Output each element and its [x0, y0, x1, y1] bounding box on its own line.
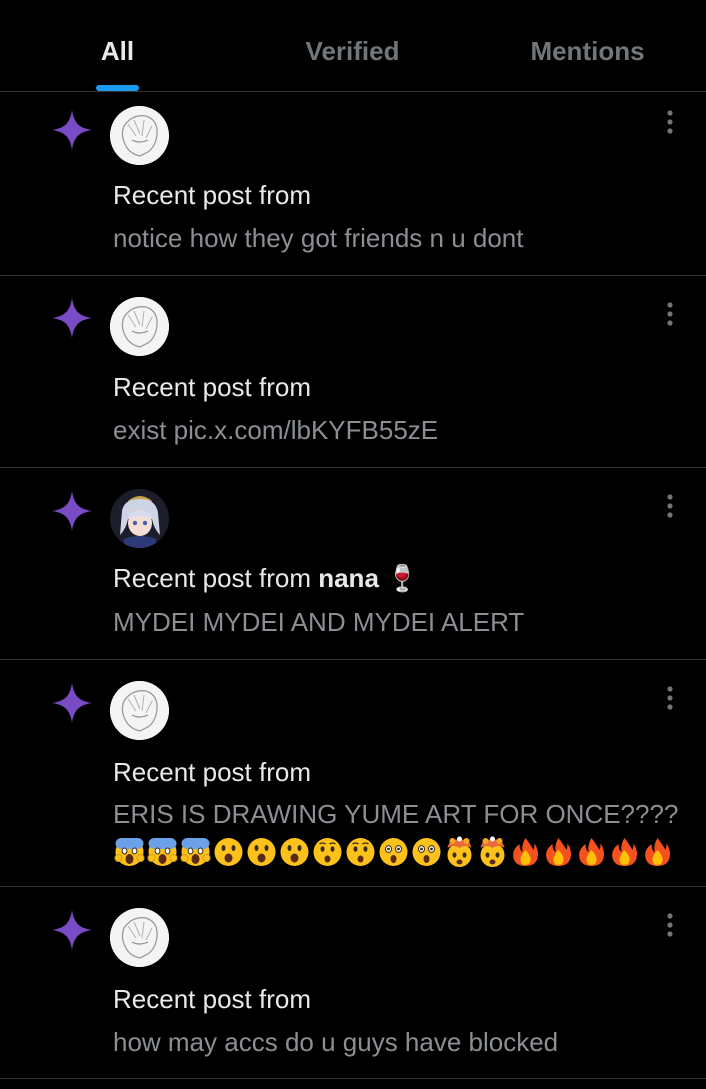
notification-item[interactable]: Recent post from notice how they got fri…	[0, 92, 706, 276]
more-options-icon[interactable]	[660, 300, 680, 328]
sparkle-icon	[52, 491, 92, 531]
fire-emoji	[579, 838, 604, 866]
notification-item[interactable]: Recent post from how may accs do u guys …	[0, 887, 706, 1079]
tab-verified-label: Verified	[305, 36, 400, 66]
sparkle-icon	[52, 910, 92, 950]
author-name[interactable]: nana	[318, 563, 379, 593]
notification-title: Recent post from	[113, 371, 311, 403]
avatar[interactable]	[110, 106, 169, 165]
notification-title: Recent post from	[113, 756, 311, 788]
avatar[interactable]	[110, 908, 169, 967]
tab-mentions-label: Mentions	[530, 36, 645, 66]
post-preview-text[interactable]: ERIS IS DRAWING YUME ART FOR ONCE????	[113, 798, 678, 830]
avatar[interactable]	[110, 297, 169, 356]
notification-item[interactable]: Recent post from exist pic.x.com/lbKYFB5…	[0, 276, 706, 468]
screaming-face-emoji	[114, 838, 145, 866]
post-preview-text[interactable]: exist pic.x.com/lbKYFB55zE	[113, 414, 438, 446]
notification-tabs: All Verified Mentions	[0, 0, 706, 92]
sparkle-icon	[52, 683, 92, 723]
fire-emoji	[645, 838, 670, 866]
notification-item[interactable]: Recent post from nana 🍷 MYDEI MYDEI AND …	[0, 468, 706, 660]
tab-all-label: All	[100, 36, 135, 66]
notification-title: Recent post from	[113, 179, 311, 211]
open-mouth-face-emoji	[247, 838, 276, 866]
more-options-icon[interactable]	[660, 911, 680, 939]
title-prefix: Recent post from	[113, 984, 311, 1014]
tab-verified[interactable]: Verified	[235, 0, 470, 92]
title-prefix: Recent post from	[113, 180, 311, 210]
wine-glass-emoji: 🍷	[386, 563, 419, 593]
avatar[interactable]	[110, 489, 169, 548]
emoji-line	[113, 836, 674, 868]
fire-emoji	[612, 838, 637, 866]
post-preview-text[interactable]: MYDEI MYDEI AND MYDEI ALERT	[113, 606, 524, 638]
post-preview-text[interactable]: notice how they got friends n u dont	[113, 222, 524, 254]
title-prefix: Recent post from	[113, 563, 311, 593]
astonished-face-emoji	[412, 838, 441, 866]
avatar[interactable]	[110, 681, 169, 740]
hushed-face-emoji	[313, 838, 342, 866]
tab-all[interactable]: All	[0, 0, 235, 92]
tab-mentions[interactable]: Mentions	[470, 0, 705, 92]
sparkle-icon	[52, 110, 92, 150]
open-mouth-face-emoji	[280, 838, 309, 866]
more-options-icon[interactable]	[660, 108, 680, 136]
exploding-head-emoji	[480, 836, 505, 867]
astonished-face-emoji	[379, 838, 408, 866]
notification-title: Recent post from nana 🍷	[113, 562, 419, 594]
title-prefix: Recent post from	[113, 757, 311, 787]
screaming-face-emoji	[147, 838, 178, 866]
fire-emoji	[546, 838, 571, 866]
exploding-head-emoji	[447, 836, 472, 867]
screaming-face-emoji	[180, 838, 211, 866]
notification-title: Recent post from	[113, 983, 311, 1015]
more-options-icon[interactable]	[660, 492, 680, 520]
title-prefix: Recent post from	[113, 372, 311, 402]
open-mouth-face-emoji	[214, 838, 243, 866]
notification-item[interactable]: Recent post from ERIS IS DRAWING YUME AR…	[0, 660, 706, 887]
more-options-icon[interactable]	[660, 684, 680, 712]
post-preview-text[interactable]: how may accs do u guys have blocked	[113, 1026, 558, 1058]
active-tab-indicator	[96, 85, 139, 91]
fire-emoji	[513, 838, 538, 866]
hushed-face-emoji	[346, 838, 375, 866]
sparkle-icon	[52, 298, 92, 338]
